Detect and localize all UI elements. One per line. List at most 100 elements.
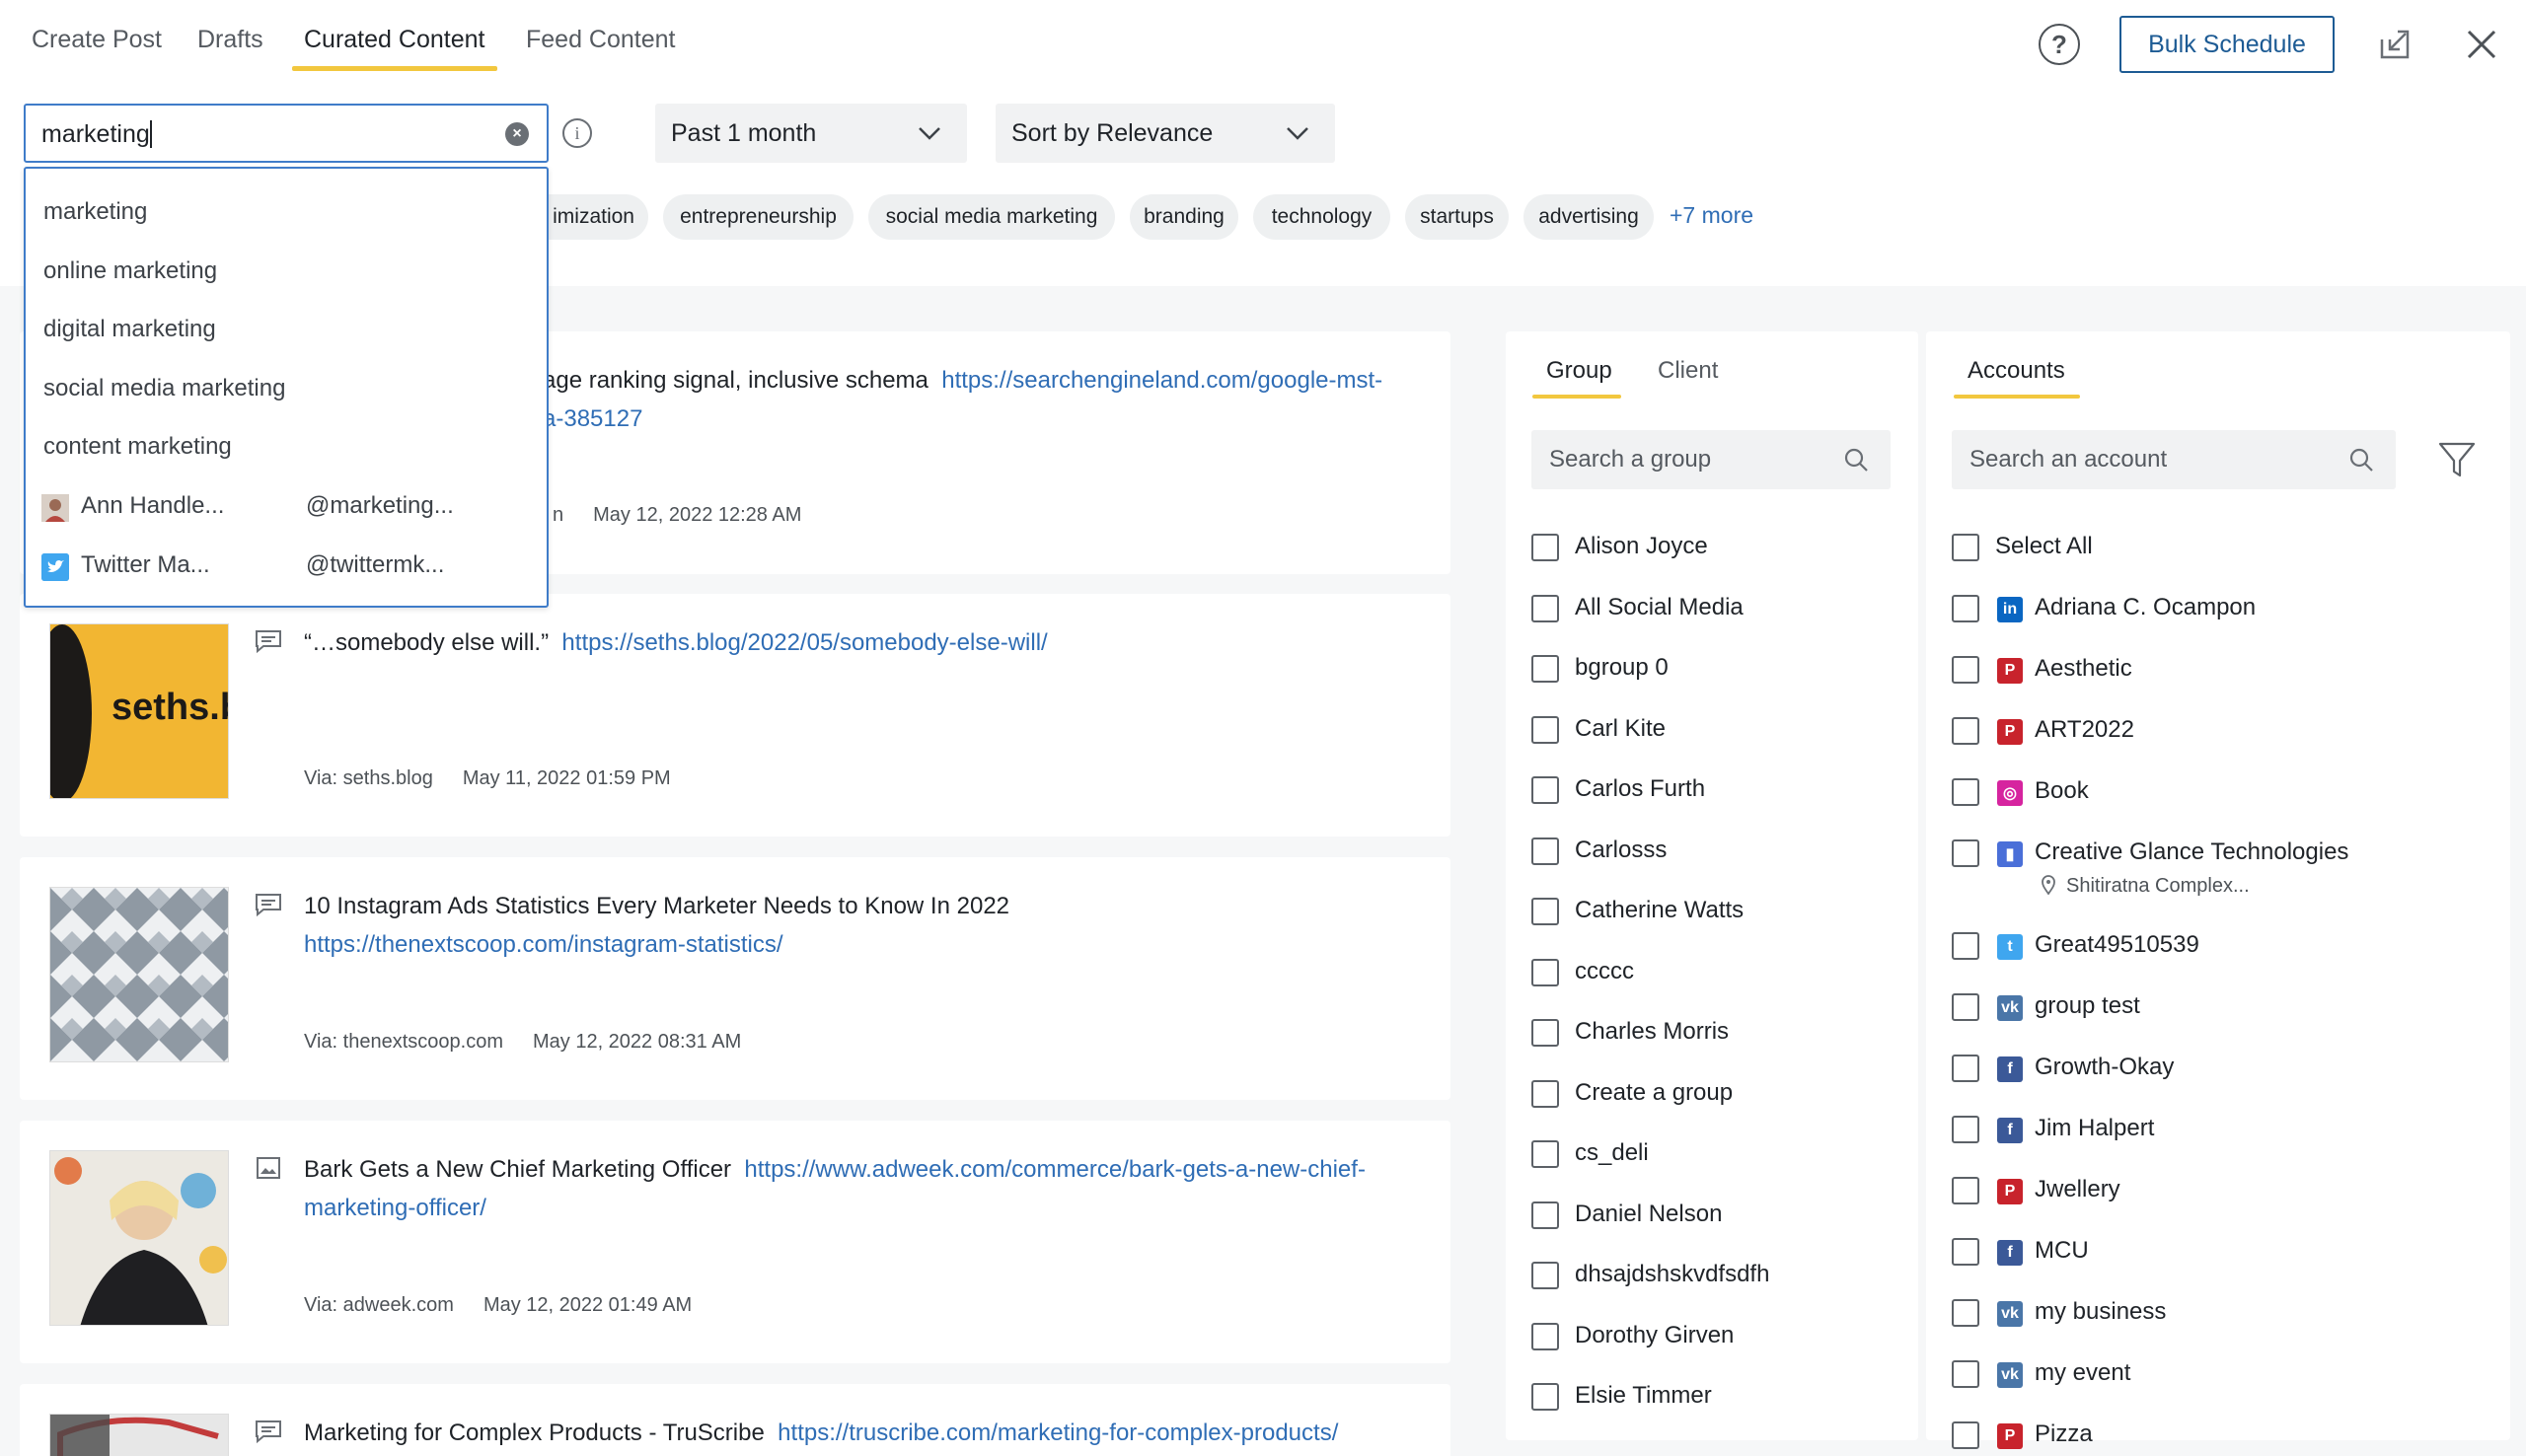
- group-checkbox[interactable]: [1531, 1201, 1559, 1229]
- search-icon[interactable]: [1843, 447, 1869, 473]
- group-row[interactable]: Elsie Timmer: [1531, 1377, 1887, 1417]
- suggestion-item[interactable]: content marketing: [43, 433, 232, 461]
- account-row[interactable]: ▮ Creative Glance Technologies Shitiratna …: [1952, 834, 2485, 897]
- group-checkbox[interactable]: [1531, 1262, 1559, 1289]
- account-row[interactable]: in Adriana C. Ocampon: [1952, 589, 2485, 628]
- account-row[interactable]: P Aesthetic: [1952, 650, 2485, 690]
- group-checkbox[interactable]: [1531, 716, 1559, 744]
- select-all-row[interactable]: Select All: [1952, 528, 2346, 567]
- group-row[interactable]: Carlos Furth: [1531, 770, 1887, 810]
- card-link[interactable]: https://thenextscoop.com/instagram-stati…: [304, 931, 783, 958]
- comment-icon[interactable]: [255, 1420, 282, 1443]
- account-row[interactable]: f MCU: [1952, 1232, 2485, 1272]
- account-checkbox[interactable]: [1952, 1299, 1979, 1327]
- account-checkbox[interactable]: [1952, 1177, 1979, 1204]
- suggestion-profile-handle[interactable]: @twittermk...: [306, 551, 444, 579]
- group-row[interactable]: Carlosss: [1531, 832, 1887, 871]
- group-checkbox[interactable]: [1531, 655, 1559, 683]
- tab-drafts[interactable]: Drafts: [197, 26, 263, 54]
- group-row[interactable]: Charles Morris: [1531, 1013, 1887, 1053]
- account-checkbox[interactable]: [1952, 1421, 1979, 1449]
- account-checkbox[interactable]: [1952, 1360, 1979, 1388]
- group-checkbox[interactable]: [1531, 1140, 1559, 1168]
- clear-search-icon[interactable]: ×: [505, 122, 529, 146]
- group-checkbox[interactable]: [1531, 837, 1559, 865]
- account-row[interactable]: vk group test: [1952, 987, 2485, 1027]
- suggestion-profile-name[interactable]: Twitter Ma...: [81, 551, 210, 579]
- account-checkbox[interactable]: [1952, 1116, 1979, 1143]
- tab-curated-content[interactable]: Curated Content: [304, 26, 484, 54]
- account-row[interactable]: P Pizza: [1952, 1416, 2485, 1455]
- account-checkbox[interactable]: [1952, 778, 1979, 806]
- group-checkbox[interactable]: [1531, 898, 1559, 925]
- group-row[interactable]: cs_deli: [1531, 1134, 1887, 1174]
- group-search-input[interactable]: Search a group: [1531, 430, 1891, 489]
- card-link[interactable]: https://www.adweek.com/commerce/bark-get…: [744, 1156, 1366, 1183]
- content-card[interactable]: Bark Gets a New Chief Marketing Officer …: [20, 1121, 1450, 1363]
- account-search-input[interactable]: Search an account: [1952, 430, 2396, 489]
- topic-chip[interactable]: social media marketing: [868, 194, 1115, 240]
- card-link[interactable]: a-385127: [543, 405, 642, 432]
- group-row[interactable]: Daniel Nelson: [1531, 1196, 1887, 1235]
- account-row[interactable]: f Jim Halpert: [1952, 1110, 2485, 1149]
- suggestion-item[interactable]: digital marketing: [43, 316, 216, 343]
- group-row[interactable]: Carl Kite: [1531, 710, 1887, 750]
- tab-group[interactable]: Group: [1546, 357, 1612, 385]
- content-card[interactable]: seths.b “…somebody else will.” https://s…: [20, 594, 1450, 837]
- account-row[interactable]: P Jwellery: [1952, 1171, 2485, 1210]
- tab-feed-content[interactable]: Feed Content: [526, 26, 676, 54]
- topic-chip[interactable]: entrepreneurship: [663, 194, 854, 240]
- info-icon[interactable]: i: [562, 118, 592, 148]
- group-row[interactable]: Create a group: [1531, 1074, 1887, 1114]
- more-topics-link[interactable]: +7 more: [1670, 202, 1753, 229]
- comment-icon[interactable]: [255, 629, 282, 653]
- sort-select[interactable]: Sort by Relevance: [996, 104, 1335, 163]
- group-checkbox[interactable]: [1531, 1080, 1559, 1108]
- suggestion-profile-name[interactable]: Ann Handle...: [81, 492, 224, 520]
- tab-accounts[interactable]: Accounts: [1968, 357, 2065, 385]
- close-icon[interactable]: [2465, 28, 2498, 61]
- suggestion-item[interactable]: marketing: [43, 198, 147, 226]
- account-checkbox[interactable]: [1952, 717, 1979, 745]
- group-checkbox[interactable]: [1531, 595, 1559, 622]
- content-card[interactable]: 10 Instagram Ads Statistics Every Market…: [20, 857, 1450, 1100]
- group-checkbox[interactable]: [1531, 534, 1559, 561]
- account-checkbox[interactable]: [1952, 595, 1979, 622]
- search-input[interactable]: marketing ×: [24, 104, 549, 163]
- search-icon[interactable]: [2348, 447, 2374, 473]
- bulk-schedule-button[interactable]: Bulk Schedule: [2119, 16, 2335, 73]
- group-row[interactable]: dhsajdshskvdfsdfh: [1531, 1256, 1887, 1295]
- account-row[interactable]: f Growth-Okay: [1952, 1049, 2485, 1088]
- account-row[interactable]: vk my event: [1952, 1354, 2485, 1394]
- account-row[interactable]: t Great49510539: [1952, 926, 2485, 966]
- account-checkbox[interactable]: [1952, 1055, 1979, 1082]
- account-checkbox[interactable]: [1952, 839, 1979, 867]
- group-checkbox[interactable]: [1531, 1323, 1559, 1350]
- content-card[interactable]: Marketing for Complex Products - TruScri…: [20, 1384, 1450, 1456]
- suggestion-item[interactable]: social media marketing: [43, 375, 285, 402]
- group-row[interactable]: ccccc: [1531, 953, 1887, 992]
- group-row[interactable]: Catherine Watts: [1531, 892, 1887, 931]
- tab-client[interactable]: Client: [1658, 357, 1718, 385]
- suggestion-item[interactable]: online marketing: [43, 257, 217, 285]
- account-row[interactable]: ◎ Book: [1952, 772, 2485, 812]
- group-row[interactable]: bgroup 0: [1531, 649, 1887, 689]
- suggestion-profile-handle[interactable]: @marketing...: [306, 492, 454, 520]
- minimize-icon[interactable]: [2378, 28, 2412, 61]
- account-row[interactable]: P ART2022: [1952, 711, 2485, 751]
- account-checkbox[interactable]: [1952, 1238, 1979, 1266]
- card-link[interactable]: https://searchengineland.com/google-mst-: [941, 367, 1382, 394]
- topic-chip[interactable]: branding: [1130, 194, 1238, 240]
- select-all-checkbox[interactable]: [1952, 534, 1979, 561]
- group-checkbox[interactable]: [1531, 1019, 1559, 1047]
- card-link[interactable]: https://seths.blog/2022/05/somebody-else…: [561, 629, 1047, 656]
- account-checkbox[interactable]: [1952, 656, 1979, 684]
- account-checkbox[interactable]: [1952, 932, 1979, 960]
- topic-chip[interactable]: technology: [1253, 194, 1390, 240]
- comment-icon[interactable]: [255, 893, 282, 916]
- group-row[interactable]: Alison Joyce: [1531, 528, 1887, 567]
- group-checkbox[interactable]: [1531, 776, 1559, 804]
- filter-icon[interactable]: [2437, 440, 2477, 479]
- card-link[interactable]: marketing-officer/: [304, 1195, 486, 1221]
- time-range-select[interactable]: Past 1 month: [655, 104, 967, 163]
